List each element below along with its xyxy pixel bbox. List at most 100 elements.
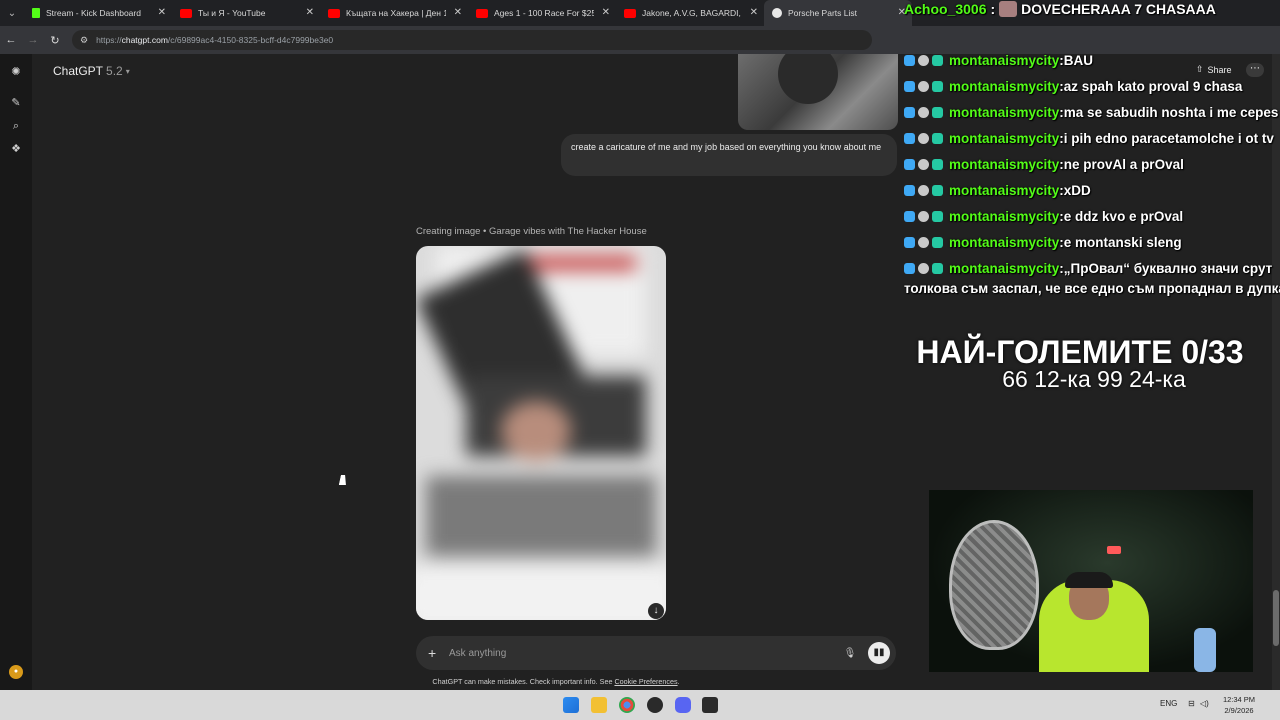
badge-icon [918,106,929,118]
url-prefix: https:// [96,35,122,45]
openai-logo-icon[interactable]: ✺ [9,65,23,79]
goal-subtitle: 66 12-ка 99 24-ка [1002,366,1186,392]
file-explorer-icon[interactable] [591,697,607,713]
chat-username: montanaismycity [949,260,1060,276]
new-chat-icon[interactable]: ✎ [9,96,23,110]
badge-icon [932,80,943,92]
chat-text: e montanski sleng [1063,234,1182,250]
badge-icon [932,132,943,144]
chat-text: az spah kato proval 9 chasa [1063,78,1243,94]
tab-title: Jakone, A.V.G, BAGARDI, Goro... [642,8,742,18]
user-uploaded-photo[interactable] [738,54,898,130]
tab-title: Ages 1 - 100 Race For $250,000 [494,8,594,18]
tab-close-icon[interactable]: ✕ [454,7,462,18]
youtube-icon [180,8,192,18]
forward-arrow-icon[interactable]: → [22,26,44,54]
volume-icon[interactable]: ◁) [1200,699,1209,708]
stream-overlay: Achoo_3006 : DOVECHERAAA 7 CHASAAA monta… [898,0,1280,690]
network-icon[interactable]: ⊟ [1188,699,1195,708]
water-bottle [1194,628,1216,672]
badge-icon [918,210,929,222]
screen: ⌄ Stream - Kick Dashboard ✕ Ты и Я - You… [0,0,1280,720]
badge-icon [918,184,929,196]
url-input[interactable]: ⚙ https:// chatgpt.com /c/69899ac4-4150-… [72,30,872,50]
tab-close-icon[interactable]: ✕ [602,7,610,18]
chat-username: montanaismycity [949,182,1060,198]
scroll-down-arrow-icon[interactable]: ↓ [648,603,664,619]
disclaimer-text: ChatGPT can make mistakes. Check importa… [432,677,615,686]
tab-close-icon[interactable]: ✕ [306,7,314,18]
obs-icon[interactable] [647,697,663,713]
tab-youtube-3[interactable]: Ages 1 - 100 Race For $250,000 ✕ [468,0,616,26]
chat-text: DOVECHERAAA 7 CHASAAA [1021,1,1216,17]
disclaimer-end: . [677,677,680,686]
tab-youtube-4[interactable]: Jakone, A.V.G, BAGARDI, Goro... ✕ [616,0,764,26]
badge-icon [918,158,929,170]
chat-message-continuation: толкова съм заспал, че все едно съм проп… [904,281,1280,296]
chat-username: montanaismycity [949,78,1060,94]
chevron-down-icon: ▾ [125,66,130,76]
badge-icon [904,262,915,274]
reload-icon[interactable]: ↻ [44,26,66,54]
tab-search-button[interactable]: ⌄ [0,0,24,26]
tab-chatgpt[interactable]: Porsche Parts List ✕ [764,0,912,26]
cookie-preferences-link[interactable]: Cookie Preferences [614,677,677,686]
back-arrow-icon[interactable]: ← [0,26,22,54]
tab-youtube-2[interactable]: Къщата на Хакера | Ден 1 (CA... ✕ [320,0,468,26]
chat-text: i pih edno paracetamolche i ot tv [1063,130,1274,146]
tab-kick-dashboard[interactable]: Stream - Kick Dashboard ✕ [24,0,172,26]
badge-icon [904,54,915,66]
language-indicator[interactable]: ENG [1160,699,1177,708]
model-picker[interactable]: ChatGPT 5.2 ▾ [53,64,130,78]
badge-icon [932,54,943,66]
red-light [1107,546,1121,554]
model-version: 5.2 [106,64,123,78]
tab-title: Къщата на Хакера | Ден 1 (CA... [346,8,446,18]
clock[interactable]: 12:34 PM 2/9/2026 [1214,694,1264,716]
terminal-icon[interactable] [702,697,718,713]
windows-start-icon[interactable] [563,697,579,713]
chat-text: BAU [1063,52,1094,68]
url-path: /c/69899ac4-4150-8325-bcff-d4c7999be3e0 [167,35,334,45]
composer[interactable]: + Ask anything 🎙 ▮▮ [416,636,896,670]
badge-icon [932,158,943,170]
badge-icon [918,80,929,92]
chatgpt-icon [772,8,782,18]
microphone-icon[interactable]: 🎙 [842,648,858,659]
model-name: ChatGPT [53,64,104,78]
badge-icon [918,132,929,144]
badge-icon [904,184,915,196]
chat-username: montanaismycity [949,52,1060,68]
chat-message: montanaismycity : az spah kato proval 9 … [904,76,1242,96]
discord-icon[interactable] [675,697,691,713]
hanging-chair [949,520,1039,650]
chat-message: montanaismycity : ne provAl a prOval [904,154,1184,174]
chat-username: montanaismycity [949,104,1060,120]
badge-icon [904,80,915,92]
chat-message: montanaismycity : e ddz kvo e prOval [904,206,1183,226]
tab-title: Stream - Kick Dashboard [46,8,141,18]
chat-message: montanaismycity : „ПрОвал“ буквално знач… [904,258,1272,278]
tab-youtube-1[interactable]: Ты и Я - YouTube ✕ [172,0,320,26]
badge-icon [932,106,943,118]
site-info-icon[interactable]: ⚙ [80,35,88,46]
tab-close-icon[interactable]: ✕ [750,7,758,18]
taskbar: ENG ⊟ ◁) 12:34 PM 2/9/2026 [0,690,1280,720]
search-icon[interactable]: ⌕ [9,119,23,133]
plus-icon[interactable]: + [428,645,444,661]
image-generation-status: Creating image • Garage vibes with The H… [416,226,647,237]
tab-close-icon[interactable]: ✕ [158,7,166,18]
generated-image-preview[interactable] [416,246,666,620]
badge-icon [918,262,929,274]
webcam-feed [929,490,1253,672]
mouse-cursor-icon [338,475,349,485]
tab-title: Porsche Parts List [788,8,857,18]
library-icon[interactable]: ❖ [9,142,23,156]
emote-icon [999,1,1018,17]
voice-mode-icon[interactable]: ▮▮ [868,642,890,664]
chat-text: e ddz kvo e prOval [1063,208,1184,224]
chrome-icon[interactable] [619,697,635,713]
message-input[interactable]: Ask anything [449,648,842,659]
chat-message: montanaismycity : xDD [904,180,1091,200]
chat-text: „ПрОвал“ буквално значи срут [1063,260,1273,276]
